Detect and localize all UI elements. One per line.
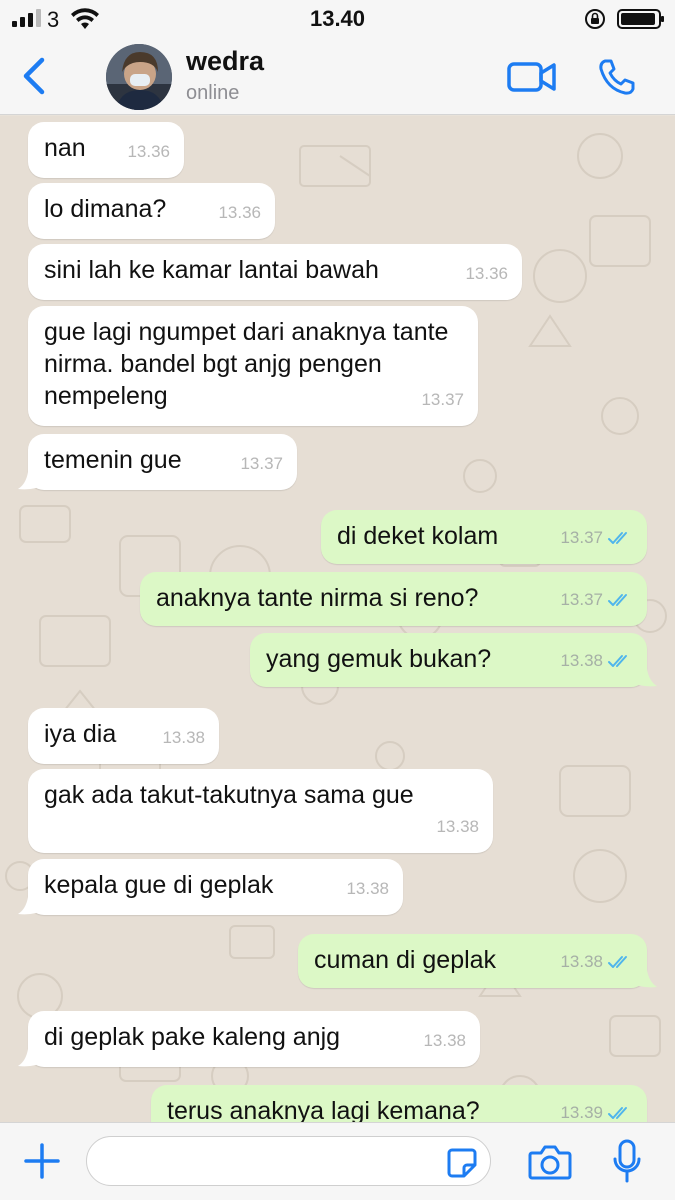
video-camera-icon[interactable] <box>507 60 557 94</box>
message-time: 13.39 <box>560 1103 603 1122</box>
message-time: 13.37 <box>421 390 464 409</box>
message-meta: 13.38 <box>560 946 633 978</box>
message-time: 13.38 <box>346 879 389 898</box>
message-time: 13.36 <box>218 203 261 222</box>
message-meta: 13.37 <box>560 584 633 616</box>
sticker-icon[interactable] <box>446 1147 478 1179</box>
incoming-message[interactable]: sini lah ke kamar lantai bawah 13.36 <box>28 244 522 300</box>
double-check-icon <box>608 956 627 968</box>
outgoing-message[interactable]: di deket kolam 13.37 <box>321 510 647 564</box>
message-time: 13.37 <box>560 528 603 547</box>
incoming-message[interactable]: gak ada takut-takutnya sama gue 13.38 <box>28 769 493 853</box>
incoming-message[interactable]: gue lagi ngumpet dari anaknya tante nirm… <box>28 306 478 426</box>
camera-icon[interactable] <box>528 1143 572 1181</box>
message-meta: 13.38 <box>436 811 479 843</box>
message-meta: 13.36 <box>127 136 170 168</box>
message-list[interactable]: nan 13.36 lo dimana? 13.36 sini lah ke kamar… <box>0 116 675 1122</box>
incoming-message[interactable]: nan 13.36 <box>28 122 184 178</box>
incoming-message[interactable]: temenin gue 13.37 <box>28 434 297 490</box>
message-meta: 13.36 <box>218 197 261 229</box>
outgoing-message[interactable]: cuman di geplak 13.38 <box>298 934 647 988</box>
chevron-left-icon[interactable] <box>18 54 48 98</box>
message-text: sini lah ke kamar lantai bawah <box>44 256 379 284</box>
microphone-icon[interactable] <box>612 1139 642 1183</box>
message-input[interactable] <box>86 1136 491 1186</box>
message-time: 13.38 <box>436 817 479 836</box>
battery-icon <box>617 9 664 29</box>
message-time: 13.38 <box>423 1031 466 1050</box>
message-time: 13.38 <box>162 728 205 747</box>
compose-bar <box>0 1122 675 1200</box>
avatar[interactable] <box>106 44 172 110</box>
rotation-lock-icon <box>585 9 605 29</box>
outgoing-message[interactable]: terus anaknya lagi kemana? 13.39 <box>151 1085 647 1122</box>
message-meta: 13.38 <box>346 873 389 905</box>
message-time: 13.37 <box>560 590 603 609</box>
contact-status: online <box>186 82 240 104</box>
message-meta: 13.37 <box>560 522 633 554</box>
message-meta: 13.38 <box>162 722 205 754</box>
message-meta: 13.36 <box>465 258 508 290</box>
message-meta: 13.38 <box>423 1025 466 1057</box>
bubble-tail <box>18 1049 36 1067</box>
bubble-tail <box>639 970 657 988</box>
bubble-tail <box>639 669 657 687</box>
double-check-icon <box>608 532 627 544</box>
double-check-icon <box>608 655 627 667</box>
message-time: 13.36 <box>127 142 170 161</box>
message-text: gak ada takut-takutnya sama gue <box>44 781 414 809</box>
message-meta: 13.38 <box>560 645 633 677</box>
double-check-icon <box>608 594 627 606</box>
message-time: 13.37 <box>240 454 283 473</box>
incoming-message[interactable]: di geplak pake kaleng anjg 13.38 <box>28 1011 480 1067</box>
outgoing-message[interactable]: yang gemuk bukan? 13.38 <box>250 633 647 687</box>
incoming-message[interactable]: lo dimana? 13.36 <box>28 183 275 239</box>
status-bar: 3 13.40 <box>0 0 675 38</box>
chat-header: wedra online <box>0 38 675 115</box>
status-time: 13.40 <box>309 6 366 31</box>
message-meta: 13.39 <box>560 1097 633 1122</box>
phone-icon[interactable] <box>597 57 637 97</box>
message-text: gue lagi ngumpet dari anaknya tante nirm… <box>44 318 449 410</box>
message-text: kepala gue di geplak <box>44 871 274 899</box>
outgoing-message[interactable]: anaknya tante nirma si reno? 13.37 <box>140 572 647 626</box>
message-time: 13.38 <box>560 952 603 971</box>
incoming-message[interactable]: kepala gue di geplak 13.38 <box>28 859 403 915</box>
message-meta: 13.37 <box>421 384 464 416</box>
message-meta: 13.37 <box>240 448 283 480</box>
bubble-tail <box>18 472 36 490</box>
message-time: 13.36 <box>465 264 508 283</box>
contact-name[interactable]: wedra <box>186 46 264 77</box>
chat-screen: 3 13.40 wedra online nan 13.36 lo dimana… <box>0 0 675 1200</box>
double-check-icon <box>608 1107 627 1119</box>
message-text: di geplak pake kaleng anjg <box>44 1023 341 1051</box>
message-time: 13.38 <box>560 651 603 670</box>
bubble-tail <box>18 897 36 915</box>
incoming-message[interactable]: iya dia 13.38 <box>28 708 219 764</box>
plus-icon[interactable] <box>22 1141 62 1181</box>
